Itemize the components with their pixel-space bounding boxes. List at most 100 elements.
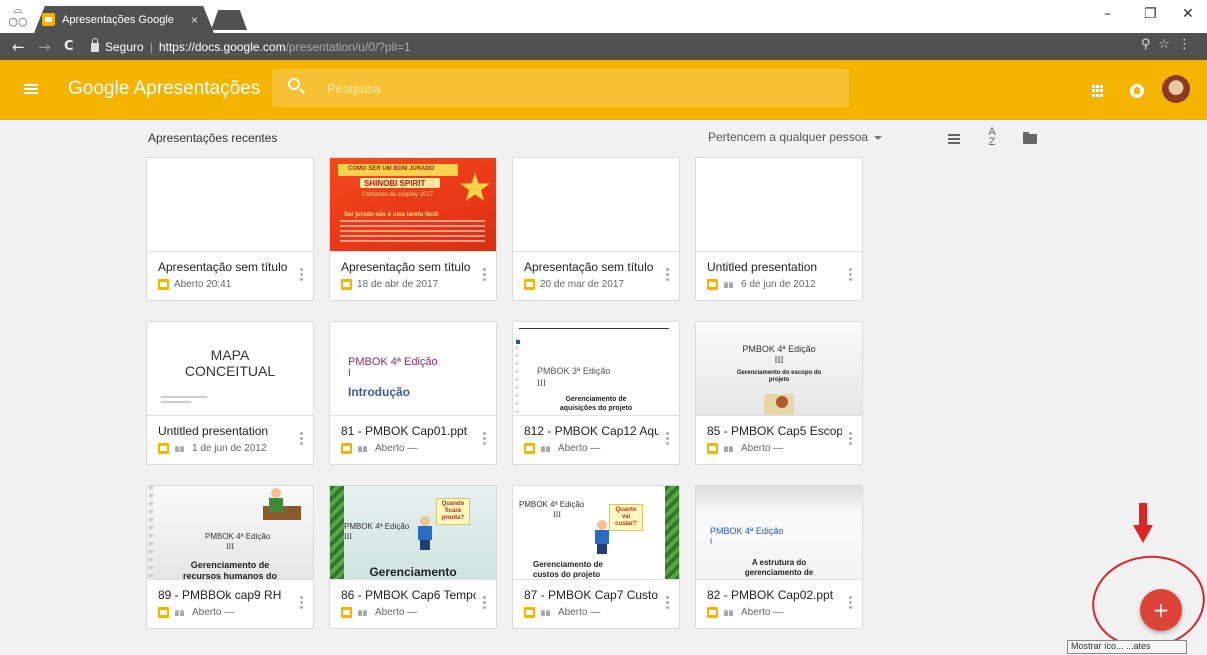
card-thumbnail[interactable] <box>147 158 313 252</box>
thumb-sign: Quando ficará pronta? <box>436 498 470 525</box>
presentation-card[interactable]: PMBOK 4ª Edição III Quando ficará pronta… <box>329 485 497 629</box>
sort-az-icon[interactable]: A Z <box>985 127 999 148</box>
more-options-icon[interactable] <box>483 268 486 281</box>
card-title: 89 - PMBBOk cap9 RH <box>158 588 282 602</box>
card-thumbnail[interactable]: PMBOK 4ª Edição III Quanto vai custar? G… <box>513 486 679 580</box>
url-host: https://docs.google.com <box>158 39 286 54</box>
slides-file-icon <box>707 443 718 454</box>
menu-icon[interactable] <box>24 84 38 94</box>
presentation-card[interactable]: PMBOK 4ª Edição I Introdução 81 - PMBOK … <box>329 321 497 465</box>
thumb-body-lines <box>340 220 485 244</box>
card-thumbnail[interactable]: PMBOK 4ª Edição III Gerenciamento do esc… <box>696 322 862 416</box>
more-options-icon[interactable] <box>666 596 669 609</box>
more-options-icon[interactable] <box>300 432 303 445</box>
apps-grid-icon[interactable] <box>1092 85 1104 97</box>
thumb-text: III <box>537 378 546 388</box>
reload-icon[interactable]: C <box>64 39 74 54</box>
card-date: 18 de abr de 2017 <box>357 279 439 290</box>
browser-tab[interactable]: Apresentações Google × <box>34 6 214 33</box>
section-title: Apresentações recentes <box>148 131 278 145</box>
thumb-illustration <box>776 396 788 408</box>
shared-icon <box>723 609 735 617</box>
card-title: 85 - PMBOK Cap5 Escopo... <box>707 424 842 438</box>
presentation-card[interactable]: PMBOK 4ª Edição III Quanto vai custar? G… <box>512 485 680 629</box>
thumb-footnote <box>161 401 191 403</box>
thumb-text: A estrutura do <box>751 558 807 567</box>
search-icon[interactable] <box>288 78 300 90</box>
thumb-text: PMBOK 4ª Edição <box>519 500 585 509</box>
card-thumbnail[interactable]: PMBOK 4ª Edição I A estrutura do gerenci… <box>696 486 862 580</box>
card-meta: 20 de mar de 2017 <box>524 279 624 290</box>
presentation-card[interactable]: COMO SER UM BOM JURADO SHINOBI SPIRIT Co… <box>329 157 497 301</box>
new-tab-button[interactable] <box>211 10 247 30</box>
card-thumbnail[interactable]: MAPA CONCEITUAL <box>147 322 313 416</box>
search-input[interactable] <box>327 79 807 97</box>
close-window-icon[interactable]: ✕ <box>1182 6 1194 22</box>
card-meta: Aberto — <box>341 443 417 454</box>
more-options-icon[interactable] <box>666 268 669 281</box>
thumb-text: Gerenciamento <box>369 565 457 579</box>
card-thumbnail[interactable] <box>513 158 679 252</box>
thumb-text: PMBOK 4ª Edição <box>344 522 410 531</box>
thumb-text: Gerenciamento de <box>533 560 603 569</box>
more-options-icon[interactable] <box>483 432 486 445</box>
thumb-illustration <box>269 488 283 522</box>
minimize-icon[interactable]: – <box>1104 6 1111 22</box>
presentation-card[interactable]: PMBOK 4ª Edição III Gerenciamento do esc… <box>695 321 863 465</box>
more-options-icon[interactable] <box>483 596 486 609</box>
thumb-text: PMBOK 4ª Edição <box>710 526 784 536</box>
zoom-bookmark-menu-icons[interactable]: ⚲☆⋮ <box>1141 37 1199 52</box>
more-options-icon[interactable] <box>849 268 852 281</box>
thumb-illustration <box>418 516 432 550</box>
more-options-icon[interactable] <box>849 432 852 445</box>
card-thumbnail[interactable]: COMO SER UM BOM JURADO SHINOBI SPIRIT Co… <box>330 158 496 252</box>
shared-icon <box>357 609 369 617</box>
card-thumbnail[interactable]: PMBOK 3ª Edição III Gerenciamento de aqu… <box>513 322 679 416</box>
folder-picker-icon[interactable] <box>1023 132 1037 144</box>
more-options-icon[interactable] <box>666 432 669 445</box>
slides-file-icon <box>341 279 352 290</box>
card-date: Aberto — <box>375 607 418 618</box>
presentation-card[interactable]: PMBOK 4ª Edição I A estrutura do gerenci… <box>695 485 863 629</box>
owner-filter-dropdown[interactable]: Pertencem a qualquer pessoa <box>708 130 883 144</box>
app-brand[interactable]: Google Apresentações <box>68 78 260 100</box>
thumb-text: MAPA <box>210 347 250 363</box>
thumb-text: SHINOBI SPIRIT <box>364 179 426 188</box>
presentation-card[interactable]: Untitled presentation 6 de jun de 2012 <box>695 157 863 301</box>
slides-file-icon <box>524 279 535 290</box>
more-options-icon[interactable] <box>849 596 852 609</box>
card-title: 81 - PMBOK Cap01.ppt <box>341 424 468 438</box>
new-presentation-fab-button[interactable]: + <box>1140 589 1182 631</box>
presentation-card[interactable]: PMBOK 4ª Edição III Gerenciamento de rec… <box>146 485 314 629</box>
thumb-bullet <box>516 340 520 344</box>
card-title: 87 - PMBOK Cap7 Custo.p... <box>524 588 659 602</box>
card-title: Apresentação sem título <box>341 260 471 274</box>
thumb-text: recursos humanos do <box>182 571 278 580</box>
url-field[interactable]: Seguro | https://docs.google.com /presen… <box>86 36 1193 57</box>
search-box[interactable] <box>272 69 849 107</box>
shared-icon <box>723 281 735 289</box>
more-options-icon[interactable] <box>300 596 303 609</box>
list-view-icon[interactable] <box>948 134 960 144</box>
card-thumbnail[interactable]: PMBOK 4ª Edição I Introdução <box>330 322 496 416</box>
presentation-card[interactable]: MAPA CONCEITUAL Untitled presentation 1 … <box>146 321 314 465</box>
notifications-icon[interactable] <box>1130 84 1144 98</box>
restore-icon[interactable]: ❐ <box>1144 6 1157 22</box>
card-thumbnail[interactable]: PMBOK 4ª Edição III Quando ficará pronta… <box>330 486 496 580</box>
forward-icon[interactable]: → <box>38 38 51 56</box>
card-thumbnail[interactable] <box>696 158 862 252</box>
presentation-card[interactable]: Apresentação sem título 20 de mar de 201… <box>512 157 680 301</box>
slides-file-icon <box>341 443 352 454</box>
card-meta: Aberto — <box>158 607 234 618</box>
tab-close-icon[interactable]: × <box>191 13 198 27</box>
card-title: Apresentação sem título <box>158 260 288 274</box>
presentation-card[interactable]: PMBOK 3ª Edição III Gerenciamento de aqu… <box>512 321 680 465</box>
avatar[interactable] <box>1162 75 1190 103</box>
more-options-icon[interactable] <box>300 268 303 281</box>
thumb-text: COMO SER UM BOM JURADO <box>348 166 435 172</box>
card-meta: Aberto — <box>707 443 783 454</box>
card-thumbnail[interactable]: PMBOK 4ª Edição III Gerenciamento de rec… <box>147 486 313 580</box>
thumb-footnote <box>161 396 207 398</box>
back-icon[interactable]: ← <box>12 38 25 56</box>
presentation-card[interactable]: Apresentação sem título Aberto 20:41 <box>146 157 314 301</box>
